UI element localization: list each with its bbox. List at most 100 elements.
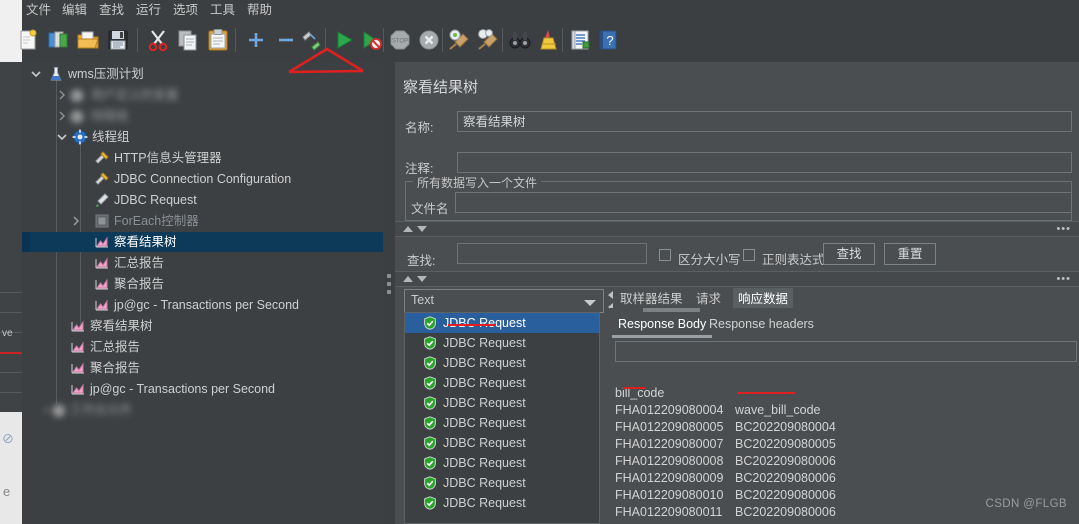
result-row[interactable]: JDBC Request (405, 313, 599, 333)
collapse-bar-results[interactable]: ••• (395, 271, 1079, 287)
collapse-bar-search[interactable]: ••• (395, 221, 1079, 237)
search-button[interactable] (506, 26, 534, 54)
comment-input[interactable] (457, 152, 1072, 173)
result-row[interactable]: JDBC Request (405, 453, 599, 473)
new-button[interactable] (14, 26, 42, 54)
tree-node-label: 汇总报告 (114, 256, 165, 270)
collapse-button[interactable] (272, 26, 300, 54)
help-button[interactable]: ? (594, 26, 622, 54)
chevron-down-icon[interactable] (584, 300, 596, 306)
result-row[interactable]: JDBC Request (405, 393, 599, 413)
menu-item-help[interactable]: 帮助 (243, 2, 276, 18)
result-row[interactable]: JDBC Request (405, 433, 599, 453)
tree-node-hidden-3[interactable]: ▪ ⬤ 工作台元件 (22, 400, 383, 420)
subtab-response-headers[interactable]: Response headers (703, 313, 820, 335)
overflow-dots-icon[interactable]: ••• (1056, 274, 1071, 285)
tree-node-jdbc-request[interactable]: JDBC Request (22, 190, 383, 210)
tree-node-label: 聚合报告 (114, 277, 165, 291)
name-input[interactable]: 察看结果树 (457, 111, 1072, 132)
chevron-right-icon[interactable] (70, 211, 82, 231)
chevron-down-icon[interactable] (30, 64, 42, 84)
triangle-left-icon[interactable] (608, 291, 613, 299)
menu-item-run[interactable]: 运行 (132, 2, 165, 18)
triangle-down-icon[interactable] (417, 226, 427, 232)
paste-button[interactable] (204, 26, 232, 54)
listener-icon (94, 255, 110, 271)
response-row: FHA012209080009 BC202209080006 (615, 453, 836, 502)
clear-all-button[interactable] (474, 26, 502, 54)
triangle-down-icon[interactable] (417, 276, 427, 282)
reset-button[interactable]: 重置 (884, 243, 936, 265)
tree-node-label: 察看结果树 (90, 319, 153, 333)
search-reset-button[interactable] (534, 26, 562, 54)
menu-item-tools[interactable]: 工具 (206, 2, 239, 18)
tree-node-test-plan[interactable]: wms压测计划 (22, 64, 383, 84)
tree-node-view-results-tree-2[interactable]: 察看结果树 (22, 316, 383, 336)
toolbar-separator-1 (137, 28, 138, 52)
menu-item-search[interactable]: 查找 (95, 2, 128, 18)
result-list[interactable]: JDBC Request JDBC Request JDBC Request J… (404, 312, 600, 524)
cut-button[interactable] (144, 26, 172, 54)
overflow-dots-icon[interactable]: ••• (1056, 224, 1071, 235)
stop-button[interactable]: STOP (386, 26, 414, 54)
menu-item-options[interactable]: 选项 (169, 2, 202, 18)
triangle-up-icon[interactable] (403, 226, 413, 232)
tree-node-http-header-manager[interactable]: HTTP信息头管理器 (22, 148, 383, 168)
chevron-right-icon[interactable] (56, 106, 68, 126)
tree-node-jdbc-connection-configuration[interactable]: JDBC Connection Configuration (22, 169, 383, 189)
tab-response-data[interactable]: 响应数据 (733, 288, 794, 310)
renderer-combo[interactable]: Text (404, 289, 604, 313)
open-button[interactable] (74, 26, 102, 54)
tree-node-label: 察看结果树 (114, 235, 177, 249)
subtab-response-body[interactable]: Response Body (612, 313, 713, 338)
result-row[interactable]: JDBC Request (405, 333, 599, 353)
case-sensitive-checkbox[interactable] (659, 249, 671, 261)
test-plan-tree[interactable]: wms压测计划 ⬤ 用户定义的变量 ⬤ 线程组 线程组 HTTP信息头管理器 J… (22, 62, 383, 524)
clear-all-icon (476, 28, 500, 52)
tree-node-summary-report[interactable]: 汇总报告 (22, 253, 383, 273)
shutdown-button[interactable] (415, 26, 443, 54)
binoculars-icon (508, 28, 532, 52)
result-row[interactable]: JDBC Request (405, 353, 599, 373)
tree-node-hidden-2[interactable]: ⬤ 线程组 (22, 106, 383, 126)
menu-item-edit[interactable]: 编辑 (58, 2, 91, 18)
result-row-label: JDBC Request (443, 436, 526, 450)
tree-node-aggregate-report-2[interactable]: 聚合报告 (22, 358, 383, 378)
start-button[interactable] (330, 26, 358, 54)
clear-button[interactable] (445, 26, 473, 54)
tab-request[interactable]: 请求 (691, 288, 726, 310)
function-helper-button[interactable] (566, 26, 594, 54)
tree-node-aggregate-report[interactable]: 聚合报告 (22, 274, 383, 294)
expand-button[interactable] (242, 26, 270, 54)
panel-splitter[interactable] (383, 62, 395, 524)
chevron-down-icon[interactable] (56, 127, 68, 147)
result-row[interactable]: JDBC Request (405, 373, 599, 393)
start-no-pause-button[interactable] (357, 26, 385, 54)
find-button[interactable]: 查找 (823, 243, 875, 265)
paste-icon (206, 28, 230, 52)
result-row[interactable]: JDBC Request (405, 493, 599, 513)
result-row[interactable]: JDBC Request (405, 473, 599, 493)
renderer-combo-value: Text (411, 293, 434, 307)
tree-node-tps-outer[interactable]: jp@gc - Transactions per Second (22, 379, 383, 399)
search-input[interactable] (457, 243, 647, 264)
templates-button[interactable] (44, 26, 72, 54)
tree-node-tps-inner[interactable]: jp@gc - Transactions per Second (22, 295, 383, 315)
tree-node-foreach-controller[interactable]: ForEach控制器 (22, 211, 383, 231)
result-row[interactable]: JDBC Request (405, 413, 599, 433)
save-button[interactable] (104, 26, 132, 54)
regex-checkbox[interactable] (743, 249, 755, 261)
triangle-up-icon[interactable] (403, 276, 413, 282)
tab-sampler-result[interactable]: 取样器结果 (615, 288, 688, 310)
copy-button[interactable] (174, 26, 202, 54)
menu-item-file[interactable]: 文件 (22, 2, 55, 18)
tree-node-summary-report-2[interactable]: 汇总报告 (22, 337, 383, 357)
toggle-button[interactable] (298, 26, 326, 54)
filename-input[interactable] (455, 192, 1072, 213)
tree-node-view-results-tree-selected[interactable]: 察看结果树 (22, 232, 383, 252)
annotation-underline-jdbc-request (448, 324, 496, 326)
chevron-right-icon[interactable] (56, 85, 68, 105)
tree-node-hidden-1[interactable]: ⬤ 用户定义的变量 (22, 85, 383, 105)
tree-node-thread-group[interactable]: 线程组 (22, 127, 383, 147)
response-search-input[interactable] (615, 341, 1077, 362)
